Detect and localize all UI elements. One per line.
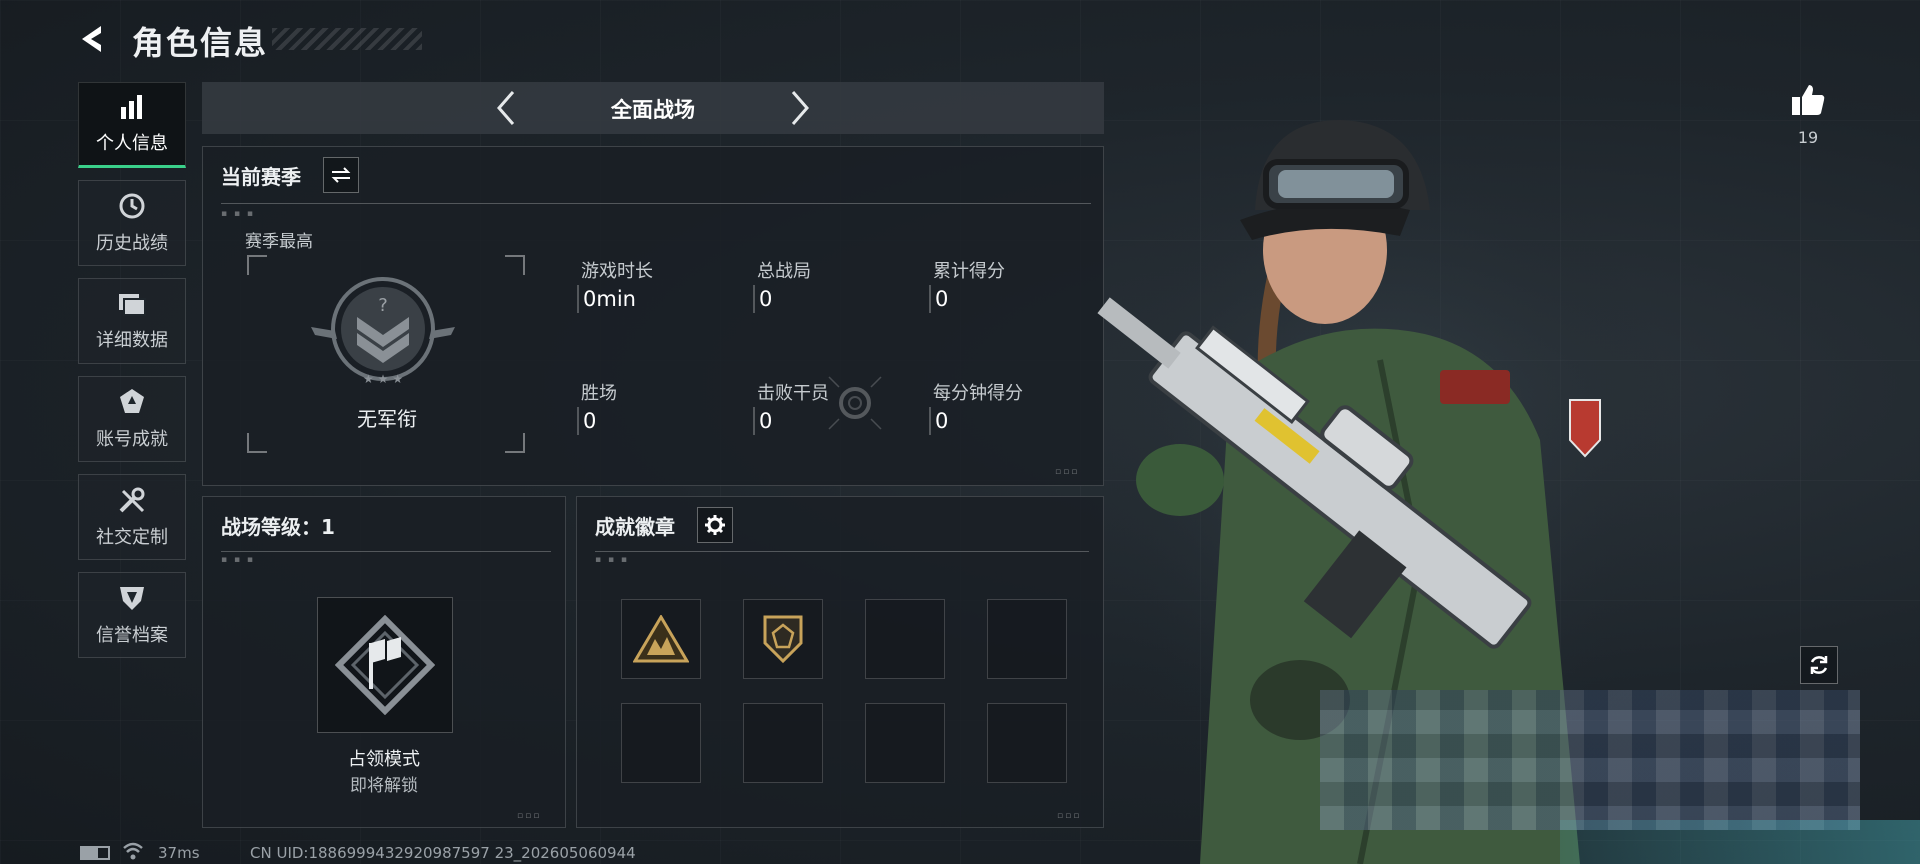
stat-value: 0 [935,287,949,311]
uid-text: CN UID:1886999432920987597 23_2026050609… [250,844,636,862]
achievements-title: 成就徽章 [595,515,675,539]
achievement-icon [120,389,144,413]
stat-value: 0 [759,409,773,433]
like-count: 19 [1797,128,1819,147]
frame-corner [247,255,267,275]
stat-value: 0 [583,409,597,433]
stat-label: 胜场 [581,383,617,404]
pixelated-overlay [1320,690,1860,830]
badge-slot-4[interactable] [987,599,1067,679]
season-title: 当前赛季 [221,165,301,189]
clock-history-icon [119,193,145,219]
wrench-icon [119,487,145,513]
frame-corner [505,433,525,453]
capture-mode-status: 即将解锁 [350,776,418,796]
stat-value: 0 [935,409,949,433]
season-panel: 当前赛季 ▪ ▪ ▪ 赛季最高 ? ★ ★ ★ 无军衔 游戏时长 0min 总战… [202,146,1104,486]
back-button[interactable] [72,18,114,60]
sidebar-item-social[interactable]: 社交定制 [78,474,186,560]
divider [221,551,551,552]
stat-bar [929,285,931,313]
panel-mark: ▫▫▫ [1057,811,1082,821]
battlefield-level-panel: 战场等级：1 ▪ ▪ ▪ 占领模式 即将解锁 ▫▫▫ [202,496,566,828]
stat-bar [753,407,755,435]
battery-icon [80,846,110,860]
sidebar-item-label: 详细数据 [96,330,168,351]
page-title: 角色信息 [132,24,269,62]
stat-bar [929,407,931,435]
bar-chart-icon [121,95,142,119]
gear-icon [705,515,725,535]
sidebar-item-personal-info[interactable]: 个人信息 [78,82,186,168]
mode-label: 全面战场 [611,98,695,122]
floor-glow [1560,820,1920,864]
chevron-right-icon [791,91,809,125]
ping-value: 37ms [158,844,200,862]
stat-bar [753,285,755,313]
panel-mark: ▫▫▫ [1055,467,1080,477]
svg-text:?: ? [378,295,388,316]
panel-mark: ▫▫▫ [517,811,542,821]
next-mode-button[interactable] [780,88,820,128]
sidebar-item-detailed-data[interactable]: 详细数据 [78,278,186,364]
stat-bar [577,285,579,313]
sidebar-item-label: 个人信息 [96,133,168,154]
stat-label: 击败干员 [757,383,829,404]
frame-corner [247,433,267,453]
divider [595,551,1089,552]
sidebar-item-label: 历史战绩 [96,233,168,254]
capture-mode-card[interactable] [317,597,453,733]
badge-slot-1[interactable] [621,599,701,679]
stat-label: 每分钟得分 [933,383,1023,404]
sidebar-item-achievements[interactable]: 账号成就 [78,376,186,462]
stat-value: 0min [583,287,636,311]
divider-mark: ▪ ▪ ▪ [595,555,630,565]
divider-mark: ▪ ▪ ▪ [221,555,256,565]
sidebar-item-label: 账号成就 [96,429,168,450]
badge-slot-8[interactable] [987,703,1067,783]
sidebar-item-reputation[interactable]: 信誉档案 [78,572,186,658]
wifi-icon [123,842,143,860]
title-decoration [272,28,422,50]
season-best-label: 赛季最高 [245,232,313,252]
achievements-panel: 成就徽章 ▪ ▪ ▪ ▫▫▫ [576,496,1104,828]
swap-icon [331,167,351,183]
sidebar-item-history[interactable]: 历史战绩 [78,180,186,266]
back-arrow-icon [82,26,101,52]
sidebar-item-label: 社交定制 [96,527,168,548]
like-button[interactable] [1786,78,1830,122]
flag-diamond-icon [335,615,435,715]
stat-bar [577,407,579,435]
stat-label: 累计得分 [933,261,1005,282]
folder-icon [119,294,146,316]
season-switch-button[interactable] [323,157,359,193]
capture-mode-name: 占领模式 [348,749,420,770]
sidebar-item-label: 信誉档案 [96,625,168,646]
stat-label: 游戏时长 [581,261,653,282]
mode-selector: 全面战场 [202,82,1104,134]
rotate-view-button[interactable] [1800,646,1838,684]
gold-shield-badge-icon [763,615,803,664]
crosshair-decoration-icon [828,376,882,430]
frame-corner [505,255,525,275]
stat-label: 总战局 [757,261,811,282]
refresh-icon [1810,656,1828,674]
svg-text:★ ★ ★: ★ ★ ★ [363,372,403,386]
rank-emblem-icon: ? ★ ★ ★ [311,277,455,386]
badge-slot-2[interactable] [743,599,823,679]
thumbs-up-icon [1792,85,1825,115]
badge-slot-6[interactable] [743,703,823,783]
divider [221,203,1091,204]
shield-icon [120,587,144,610]
battlefield-level-title: 战场等级：1 [221,515,335,539]
badge-slot-5[interactable] [621,703,701,783]
rank-name: 无军衔 [357,407,417,431]
badge-slot-3[interactable] [865,599,945,679]
stat-value: 0 [759,287,773,311]
gold-triangle-badge-icon [633,615,689,663]
divider-mark: ▪ ▪ ▪ [221,209,256,219]
badge-slot-7[interactable] [865,703,945,783]
achievements-settings-button[interactable] [697,507,733,543]
